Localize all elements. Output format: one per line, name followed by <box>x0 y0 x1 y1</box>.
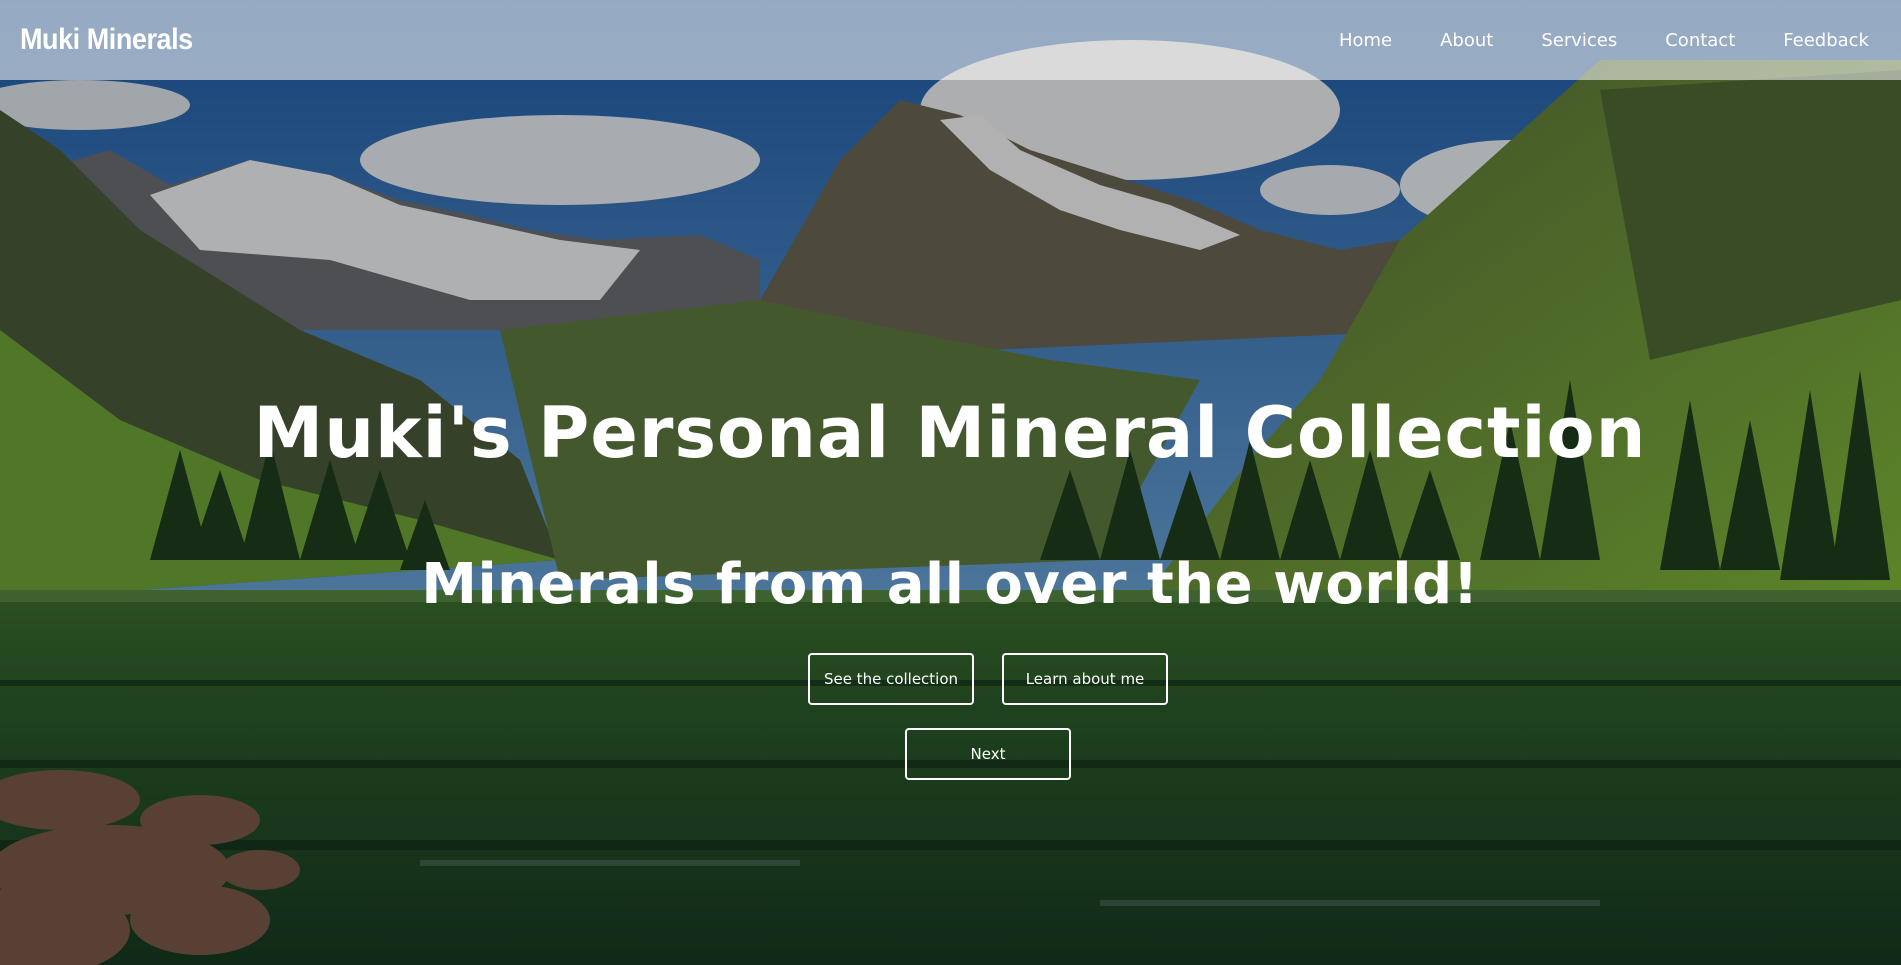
nav-link-about[interactable]: About <box>1440 30 1493 51</box>
nav-link-services[interactable]: Services <box>1541 30 1617 51</box>
hero-subtitle: Minerals from all over the world! <box>421 552 1479 617</box>
hero-title: Muki's Personal Mineral Collection <box>253 392 1647 474</box>
learn-about-me-button[interactable]: Learn about me <box>1002 653 1168 705</box>
next-button[interactable]: Next <box>905 728 1071 780</box>
nav-menu: Home About Services Contact Feedback <box>1291 30 1869 51</box>
navbar: Muki Minerals Home About Services Contac… <box>0 0 1901 80</box>
nav-link-feedback[interactable]: Feedback <box>1783 30 1869 51</box>
see-collection-button[interactable]: See the collection <box>808 653 974 705</box>
nav-link-contact[interactable]: Contact <box>1665 30 1735 51</box>
background-overlay <box>0 0 1901 965</box>
nav-link-home[interactable]: Home <box>1339 30 1392 51</box>
brand-logo[interactable]: Muki Minerals <box>20 23 193 57</box>
